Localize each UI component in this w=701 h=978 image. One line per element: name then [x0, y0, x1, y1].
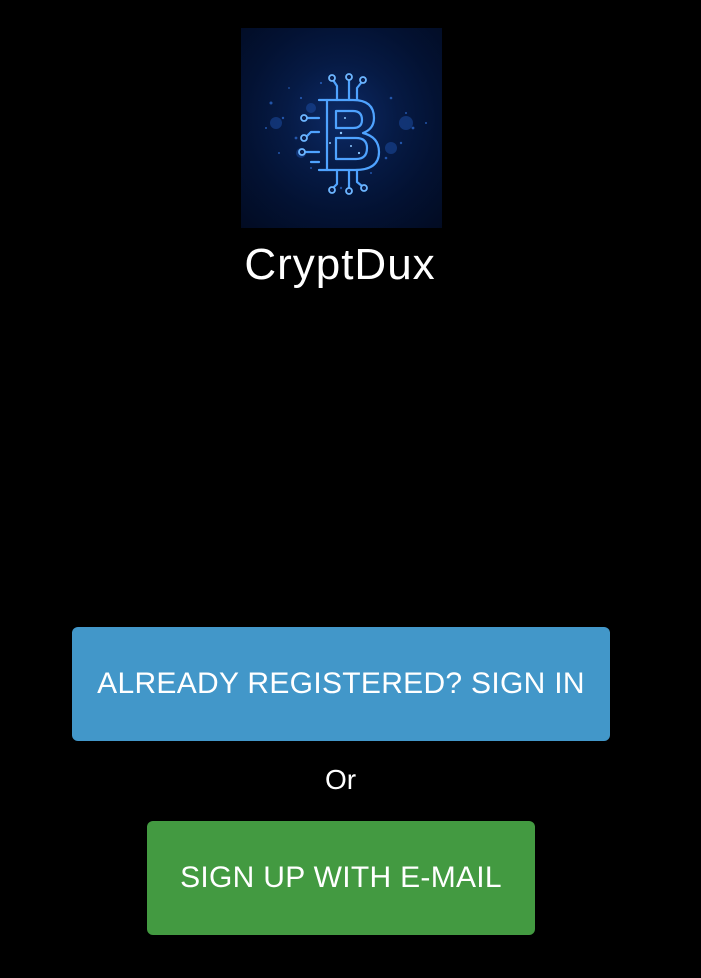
- or-separator: Or: [324, 764, 357, 795]
- sign-up-email-button[interactable]: SIGN UP WITH E-MAIL: [147, 821, 535, 935]
- app-logo: [241, 28, 442, 228]
- bitcoin-circuit-icon: [265, 73, 427, 195]
- sign-up-button-label: SIGN UP WITH E-MAIL: [180, 861, 502, 894]
- welcome-screen: CryptDux ALREADY REGISTERED? SIGN IN Or …: [0, 0, 701, 978]
- sign-in-button[interactable]: ALREADY REGISTERED? SIGN IN: [72, 627, 610, 741]
- app-name: CryptDux: [244, 240, 436, 289]
- sign-in-button-label: ALREADY REGISTERED? SIGN IN: [97, 667, 585, 700]
